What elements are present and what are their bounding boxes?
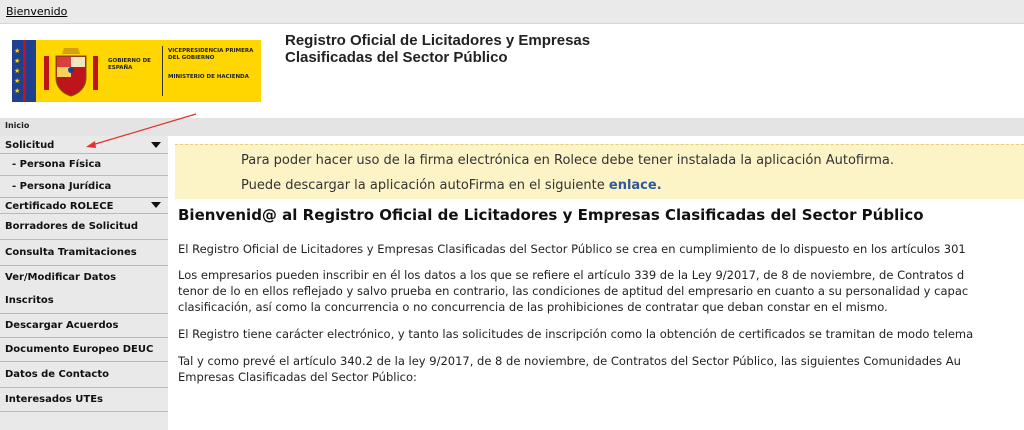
sidebar-item-label: Solicitud [5,140,55,151]
breadcrumb-home[interactable]: Inicio [5,121,29,130]
paragraph-line: clasificación, así como la concurrencia … [178,300,888,314]
site-title-line1: Registro Oficial de Licitadores y Empres… [285,32,591,49]
site-title: Registro Oficial de Licitadores y Empres… [285,32,705,66]
sidebar-item-consulta-tramitaciones[interactable]: Consulta Tramitaciones [0,240,168,266]
page-title: Bienvenid@ al Registro Oficial de Licita… [178,206,924,224]
notice-line2-text: Puede descargar la aplicación autoFirma … [241,178,609,193]
government-logo[interactable]: ★ ★ ★ ★ ★ GOBIERNO DE ESPAÑA VICEPRESIDENCIA… [12,40,261,102]
top-bar: Bienvenido [0,0,1024,24]
paragraph-line: tenor de lo en ellos reflejado y salvo p… [178,284,969,298]
sidebar-item-label: Datos de Contacto [5,369,109,380]
sidebar-item-ver-modificar-datos[interactable]: Ver/Modificar Datos Inscritos [0,266,168,314]
sidebar-item-label: Borradores de Solicitud [5,221,139,232]
sidebar-item-interesados-utes[interactable]: Interesados UTEs [0,388,168,412]
notice-line1: Para poder hacer uso de la firma electró… [241,153,894,168]
paragraph-line: El Registro tiene carácter electrónico, … [178,327,974,341]
sidebar-item-persona-fisica[interactable]: - Persona Física [0,154,168,176]
welcome-link[interactable]: Bienvenido [6,5,67,18]
sidebar-item-label: Inscritos [5,295,54,306]
paragraph-line: Los empresarios pueden inscribir en él l… [178,268,965,282]
paragraph-line: Tal y como prevé el artículo 340.2 de la… [178,354,961,368]
intro-paragraph: El Registro Oficial de Licitadores y Emp… [178,242,966,256]
autofirma-notice: Para poder hacer uso de la firma electró… [175,144,1024,199]
sidebar-item-descargar-acuerdos[interactable]: Descargar Acuerdos [0,314,168,338]
ministerio-label: MINISTERIO DE HACIENDA [168,74,249,80]
chevron-down-icon[interactable] [151,202,161,208]
sidebar-item-datos-contacto[interactable]: Datos de Contacto [0,362,168,388]
sidebar-item-certificado-rolece[interactable]: Certificado ROLECE [0,198,168,214]
sidebar-item-label: Ver/Modificar Datos [5,272,117,283]
sidebar-item-label: Interesados UTEs [5,394,104,405]
autofirma-download-link[interactable]: enlace. [609,178,662,193]
sidebar-item-borradores[interactable]: Borradores de Solicitud [0,214,168,240]
sidebar-item-label: Descargar Acuerdos [5,320,119,331]
paragraph-line: Empresas Clasificadas del Sector Público… [178,370,417,384]
sidebar-item-label: - Persona Jurídica [12,181,112,192]
breadcrumb: Inicio [0,118,1024,136]
gobierno-label: GOBIERNO DE ESPAÑA [108,58,151,71]
sidebar-item-documento-deuc[interactable]: Documento Europeo DEUC [0,338,168,362]
sidebar-item-persona-juridica[interactable]: - Persona Jurídica [0,176,168,198]
sidebar-item-label: Documento Europeo DEUC [5,344,154,355]
sidebar-item-solicitud[interactable]: Solicitud [0,136,168,154]
vicepresidencia-label: VICEPRESIDENCIA PRIMERA DEL GOBIERNO [168,48,254,61]
sidebar-item-label: Certificado ROLECE [5,201,114,212]
header: ★ ★ ★ ★ ★ GOBIERNO DE ESPAÑA VICEPRESIDENCIA… [0,24,1024,118]
sidebar-item-label: Consulta Tramitaciones [5,247,137,258]
notice-line2: Puede descargar la aplicación autoFirma … [241,178,662,193]
sidebar: Solicitud - Persona Física - Persona Jur… [0,136,168,430]
main-content: Bienvenid@ al Registro Oficial de Licita… [178,206,1024,430]
eu-flag-icon: ★ ★ ★ ★ ★ [12,40,36,102]
sidebar-item-label: - Persona Física [12,159,102,170]
chevron-down-icon[interactable] [151,142,161,148]
logo-divider [162,46,163,96]
site-title-line2: Clasificadas del Sector Público [285,49,508,66]
coat-of-arms-icon [44,48,98,97]
